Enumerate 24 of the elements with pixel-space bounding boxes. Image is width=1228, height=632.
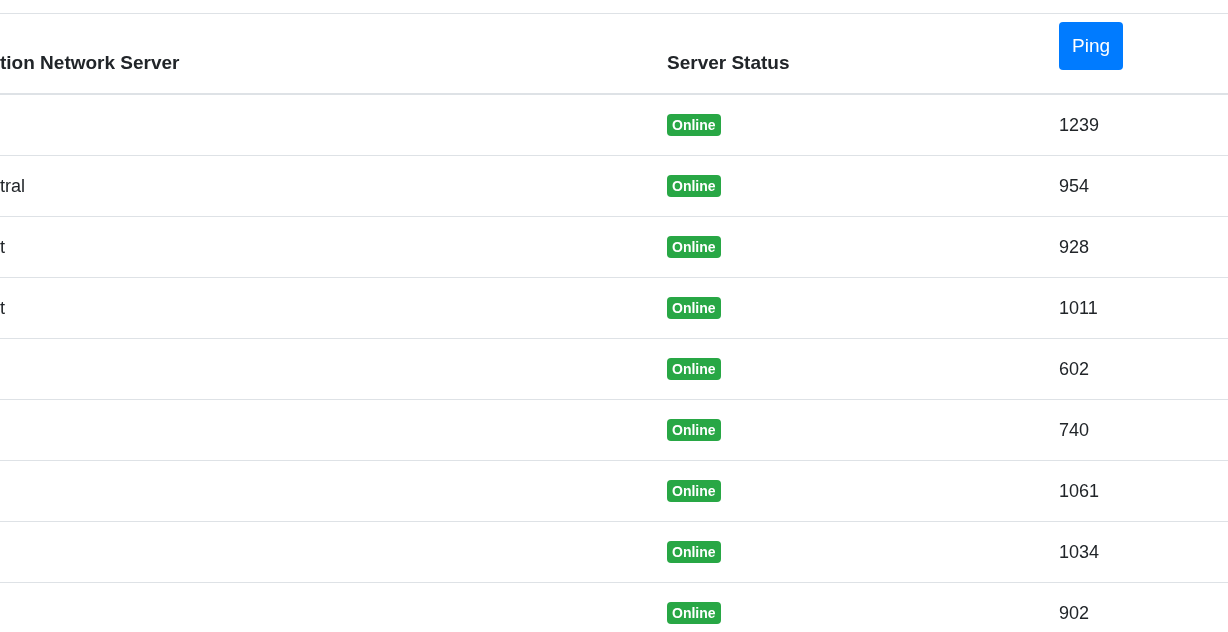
status-badge: Online xyxy=(667,480,721,502)
status-badge: Online xyxy=(667,114,721,136)
table-cell: 1011 xyxy=(1059,297,1098,318)
status-badge: Online xyxy=(667,358,721,380)
table-cell: 1034 xyxy=(1059,541,1100,562)
column-header: Server Status xyxy=(667,51,790,73)
status-badge: Online xyxy=(667,236,721,258)
table-cell: 928 xyxy=(1059,236,1090,257)
table-cell: 1239 xyxy=(1059,114,1100,135)
table-cell: t xyxy=(0,236,5,257)
table-cell: 954 xyxy=(1059,175,1090,196)
table-cell: t xyxy=(0,297,5,318)
table-cell: tral xyxy=(0,175,25,196)
status-badge: Online xyxy=(667,602,721,624)
table-cell: 902 xyxy=(1059,602,1090,623)
status-badge: Online xyxy=(667,297,721,319)
table-cell: 1061 xyxy=(1059,480,1100,501)
table-cell: 602 xyxy=(1059,358,1090,379)
status-badge: Online xyxy=(667,541,721,563)
column-header: tion Network Server xyxy=(0,51,180,73)
ping-button[interactable]: Ping xyxy=(1059,21,1124,70)
table-cell: 740 xyxy=(1059,419,1090,440)
status-badge: Online xyxy=(667,419,721,441)
status-badge: Online xyxy=(667,175,721,197)
